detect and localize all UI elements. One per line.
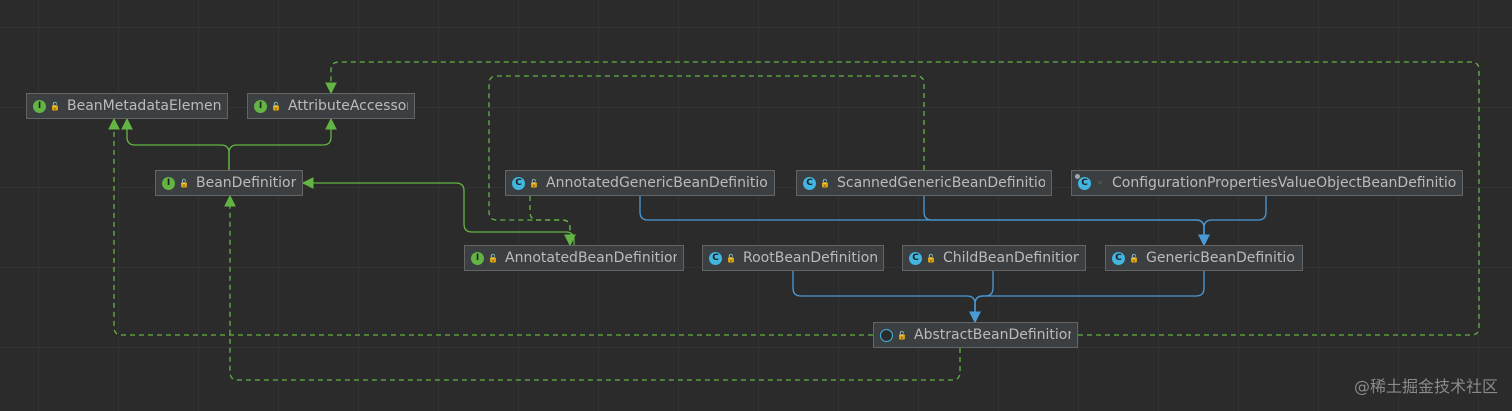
public-icon: 🔓 (488, 253, 498, 263)
edge-sgbd-to-gbd (923, 196, 1210, 247)
node-label: ScannedGenericBeanDefinition (837, 175, 1045, 191)
watermark: @稀土掘金技术社区 (1353, 377, 1498, 396)
node-bme[interactable]: I 🔓 BeanMetadataElement (26, 93, 228, 119)
public-icon: 🔓 (820, 178, 830, 188)
node-label: BeanMetadataElement (67, 98, 221, 114)
package-private-icon: ◦ (1097, 177, 1103, 189)
class-icon: C (909, 251, 922, 265)
edge-bd-to-bme (121, 117, 230, 170)
class-icon: C (803, 176, 816, 190)
node-label: ConfigurationPropertiesValueObjectBeanDe… (1112, 175, 1456, 191)
node-label: AnnotatedGenericBeanDefinition (546, 175, 768, 191)
edge-gbd-to-absbd (969, 271, 1205, 324)
node-cbd[interactable]: C 🔓 ChildBeanDefinition (902, 245, 1086, 271)
edge-cpvobd-to-gbd (1198, 196, 1267, 247)
node-label: BeanDefinition (196, 175, 296, 191)
node-label: AttributeAccessor (288, 98, 408, 114)
node-cpvobd[interactable]: C ◦ ConfigurationPropertiesValueObjectBean… (1071, 170, 1463, 196)
abstract-class-icon (880, 328, 893, 342)
class-icon: C (512, 176, 525, 190)
public-icon: 🔓 (529, 178, 539, 188)
public-icon: 🔓 (179, 178, 189, 188)
interface-icon: I (471, 251, 484, 265)
public-icon: 🔓 (897, 330, 907, 340)
node-bd[interactable]: I 🔓 BeanDefinition (155, 170, 303, 196)
edge-rbd-to-absbd (792, 271, 981, 324)
node-label: GenericBeanDefinition (1146, 250, 1296, 266)
node-gbd[interactable]: C 🔓 GenericBeanDefinition (1105, 245, 1303, 271)
public-icon: 🔓 (1129, 253, 1139, 263)
class-icon: C (709, 251, 722, 265)
node-label: ChildBeanDefinition (943, 250, 1079, 266)
edge-absbd-to-bd (224, 194, 961, 381)
node-absbd[interactable]: 🔓 AbstractBeanDefinition (873, 322, 1078, 348)
edge-bd-to-aa (228, 117, 337, 170)
public-icon: 🔓 (726, 253, 736, 263)
annotated-class-icon: C (1075, 173, 1091, 190)
class-icon: C (1112, 251, 1125, 265)
node-label: RootBeanDefinition (743, 250, 877, 266)
public-icon: 🔓 (50, 101, 60, 111)
node-rbd[interactable]: C 🔓 RootBeanDefinition (702, 245, 884, 271)
public-icon: 🔓 (271, 101, 281, 111)
edge-absbd-to-aa (325, 61, 1480, 336)
interface-icon: I (33, 99, 46, 113)
interface-icon: I (254, 99, 267, 113)
edge-absbd-to-bme (108, 117, 873, 336)
node-label: AbstractBeanDefinition (914, 327, 1071, 343)
node-aa[interactable]: I 🔓 AttributeAccessor (247, 93, 415, 119)
node-label: AnnotatedBeanDefinition (505, 250, 677, 266)
diagram-edges (108, 61, 1480, 381)
node-abd[interactable]: I 🔓 AnnotatedBeanDefinition (464, 245, 684, 271)
node-agbd[interactable]: C 🔓 AnnotatedGenericBeanDefinition (505, 170, 775, 196)
node-sgbd[interactable]: C 🔓 ScannedGenericBeanDefinition (796, 170, 1052, 196)
public-icon: 🔓 (926, 253, 936, 263)
interface-icon: I (162, 176, 175, 190)
